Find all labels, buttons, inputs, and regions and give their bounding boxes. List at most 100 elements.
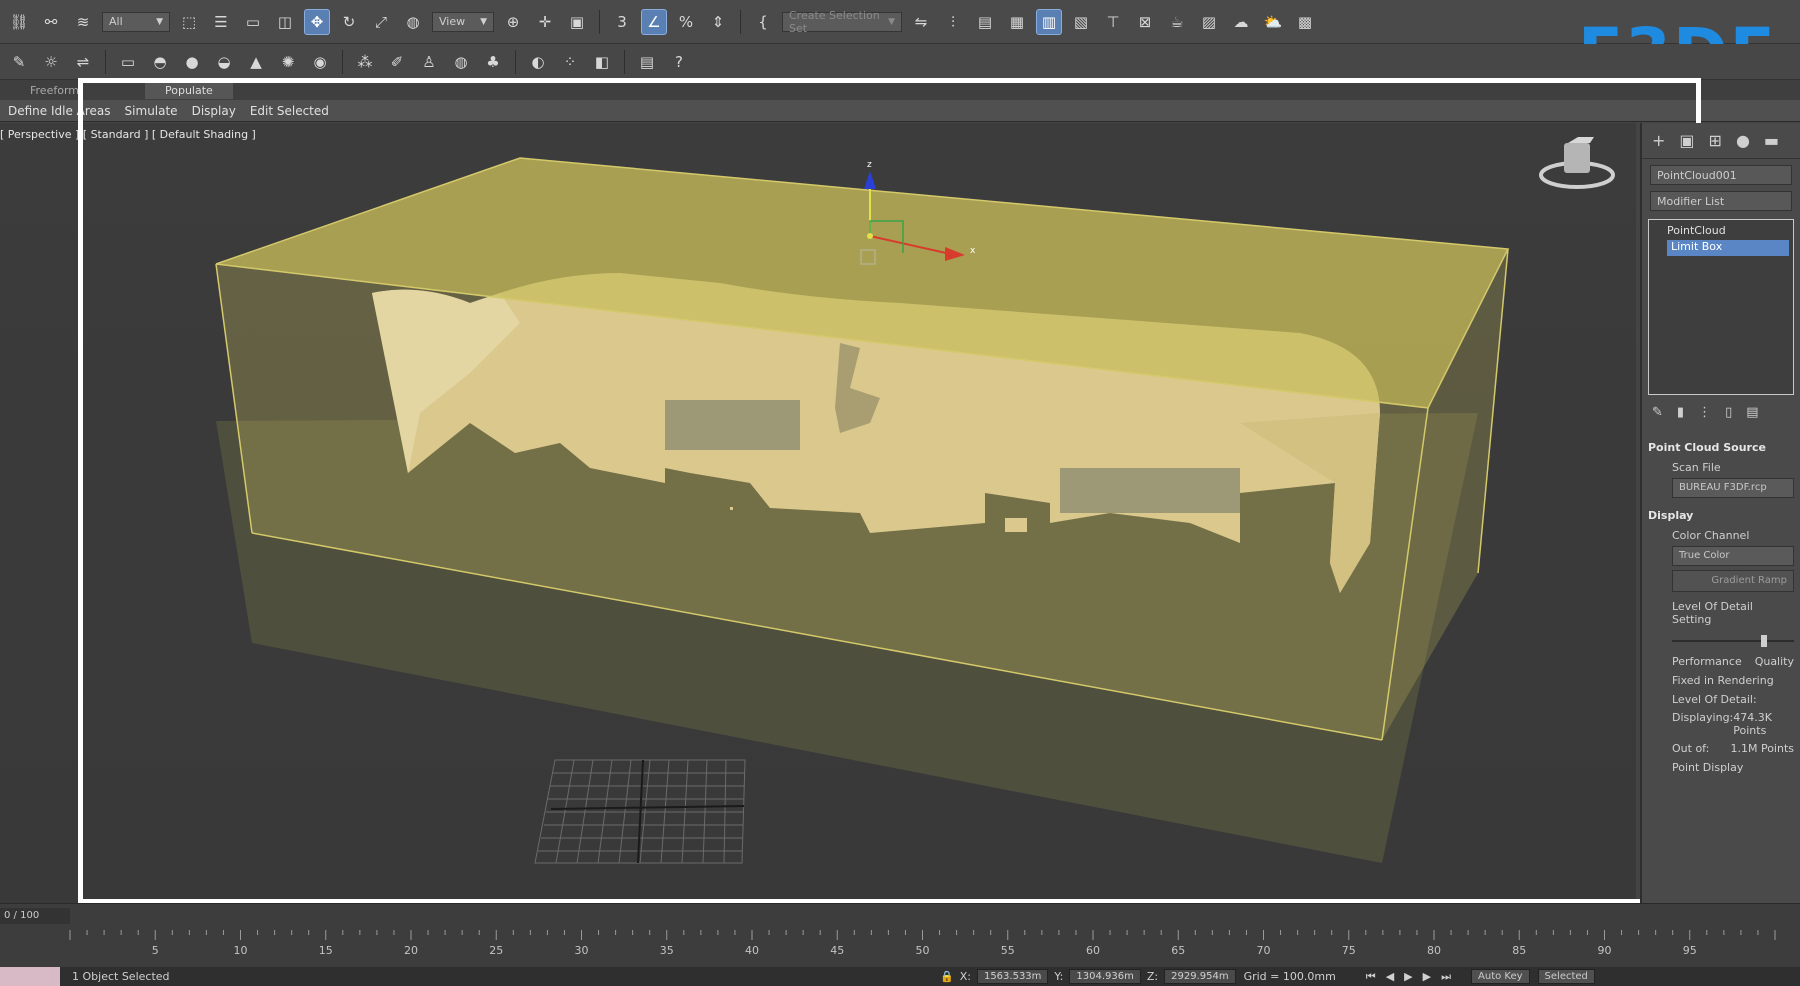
hierarchy-tab-icon[interactable]: ⊞ — [1709, 131, 1722, 150]
time-slider-readout[interactable]: 0 / 100 — [0, 908, 70, 924]
tab-populate[interactable]: Populate — [145, 81, 233, 99]
render-icon[interactable]: ◧ — [589, 49, 615, 75]
next-frame-icon[interactable]: ▶ — [1423, 970, 1431, 984]
display-button[interactable]: Display — [192, 104, 236, 118]
edit-named-selection-icon[interactable]: { — [750, 9, 776, 35]
point-cloud-source-title[interactable]: Point Cloud Source — [1648, 438, 1794, 457]
edit-icon[interactable]: ✎ — [6, 49, 32, 75]
render-iterative-icon[interactable]: ☁ — [1228, 9, 1254, 35]
utilities-tab-icon[interactable]: ▬ — [1764, 131, 1779, 150]
maxscript-listener[interactable] — [0, 967, 60, 986]
color-palette-icon[interactable]: ⁘ — [557, 49, 583, 75]
point-display-rollout-title[interactable]: Point Display — [1648, 757, 1794, 776]
help-icon[interactable]: ? — [666, 49, 692, 75]
window-crossing-icon[interactable]: ◫ — [272, 9, 298, 35]
render-production-icon[interactable]: ▨ — [1196, 9, 1222, 35]
material-editor-icon[interactable]: ⊤ — [1100, 9, 1126, 35]
previous-frame-icon[interactable]: ◀ — [1386, 970, 1394, 984]
particle-icon[interactable]: ⁂ — [352, 49, 378, 75]
mirror-icon[interactable]: ⇋ — [908, 9, 934, 35]
simulate-button[interactable]: Simulate — [125, 104, 178, 118]
define-idle-areas-button[interactable]: Define Idle Areas — [8, 104, 111, 118]
rendered-frame-window-icon[interactable]: ☕ — [1164, 9, 1190, 35]
sphere-icon[interactable]: ● — [179, 49, 205, 75]
spinner-snap-icon[interactable]: ⇕ — [705, 9, 731, 35]
color-channel-dropdown[interactable]: True Color — [1672, 546, 1794, 566]
percent-snap-icon[interactable]: % — [673, 9, 699, 35]
modifier-stack[interactable]: PointCloud Limit Box — [1648, 219, 1794, 395]
display-tab-icon[interactable]: ● — [1736, 131, 1750, 150]
viewcube-icon[interactable] — [1539, 137, 1615, 189]
configure-sets-icon[interactable]: ▤ — [1746, 405, 1758, 420]
align-icon[interactable]: ⫶ — [940, 9, 966, 35]
a360-gallery-icon[interactable]: ▩ — [1292, 9, 1318, 35]
layer-explorer-icon[interactable]: ▤ — [972, 9, 998, 35]
place-icon[interactable]: ◍ — [400, 9, 426, 35]
track-bar-ruler[interactable]: 5 10 15 20 25 30 35 40 45 50 55 60 65 70 75 80 85 90 95 — [0, 930, 1800, 958]
scale-tool-icon[interactable]: ⤢ — [368, 9, 394, 35]
display-title[interactable]: Display — [1648, 506, 1794, 525]
make-unique-icon[interactable]: ⋮ — [1698, 405, 1711, 420]
rotate-tool-icon[interactable]: ↻ — [336, 9, 362, 35]
angle-snap-icon[interactable]: ∠ — [641, 8, 667, 35]
tab-freeform[interactable]: Freeform — [30, 84, 79, 97]
wire-params-icon[interactable]: ⇌ — [70, 49, 96, 75]
material-sphere-icon[interactable]: ◐ — [525, 49, 551, 75]
light-lister-icon[interactable]: ☼ — [38, 49, 64, 75]
remove-modifier-icon[interactable]: ▯ — [1725, 405, 1732, 420]
modifier-icon[interactable]: ✐ — [384, 49, 410, 75]
z-field[interactable]: 2929.954m — [1164, 969, 1236, 984]
go-to-start-icon[interactable]: ⏮ — [1366, 970, 1376, 984]
select-by-name-icon[interactable]: ☰ — [208, 9, 234, 35]
auto-key-button[interactable]: Auto Key — [1471, 969, 1530, 984]
select-object-icon[interactable]: ⬚ — [176, 9, 202, 35]
fixed-in-rendering-checkbox[interactable]: Fixed in Rendering — [1648, 670, 1794, 689]
toggle-ribbon-icon[interactable]: ▦ — [1004, 9, 1030, 35]
edit-selected-button[interactable]: Edit Selected — [250, 104, 329, 118]
globe-icon[interactable]: ◍ — [448, 49, 474, 75]
selection-filter-dropdown[interactable]: All ▼ — [102, 11, 170, 32]
cone-icon[interactable]: ▲ — [243, 49, 269, 75]
y-field[interactable]: 1304.936m — [1069, 969, 1141, 984]
omni-light-icon[interactable]: ◉ — [307, 49, 333, 75]
teapot-icon[interactable]: ◒ — [211, 49, 237, 75]
hemisphere-icon[interactable]: ◓ — [147, 49, 173, 75]
timeline[interactable]: 0 / 100 5 10 15 20 25 30 35 40 45 50 55 60 65 70 75 80 8… — [0, 903, 1800, 967]
stack-item-limit-box[interactable]: Limit Box — [1667, 240, 1789, 256]
pivot-center-icon[interactable]: ⊕ — [500, 9, 526, 35]
schematic-view-icon[interactable]: ▧ — [1068, 9, 1094, 35]
snaps-toggle-icon[interactable]: 3 — [609, 9, 635, 35]
link-icon[interactable]: ⛓ — [6, 9, 32, 35]
gradient-ramp-button[interactable]: Gradient Ramp — [1672, 570, 1794, 592]
bind-space-warp-icon[interactable]: ≋ — [70, 9, 96, 35]
curve-editor-icon[interactable]: ▥ — [1036, 8, 1062, 35]
lod-slider[interactable] — [1672, 634, 1794, 648]
go-to-end-icon[interactable]: ⏭ — [1441, 970, 1451, 984]
reference-coordinate-dropdown[interactable]: View ▼ — [432, 11, 494, 32]
modify-tab-icon[interactable]: ▣ — [1679, 131, 1694, 150]
tree-icon[interactable]: ♣ — [480, 49, 506, 75]
keyboard-shortcut-icon[interactable]: ▣ — [564, 9, 590, 35]
render-in-cloud-icon[interactable]: ⛅ — [1260, 9, 1286, 35]
selected-dropdown[interactable]: Selected — [1537, 969, 1595, 984]
lod-slider-thumb[interactable] — [1760, 635, 1767, 647]
perspective-viewport[interactable]: z x [ Perspective ] [ Standard ] [ Defau… — [0, 123, 1636, 903]
box-primitive-icon[interactable]: ▭ — [115, 49, 141, 75]
named-selection-dropdown[interactable]: Create Selection Set ▼ — [782, 9, 902, 35]
stack-item-pointcloud[interactable]: PointCloud — [1653, 224, 1789, 240]
scan-file-field[interactable]: BUREAU F3DF.rcp — [1672, 478, 1794, 498]
move-tool-icon[interactable]: ✥ — [304, 8, 330, 35]
rectangle-selection-icon[interactable]: ▭ — [240, 9, 266, 35]
x-field[interactable]: 1563.533m — [976, 969, 1049, 984]
create-tab-icon[interactable]: + — [1652, 131, 1665, 150]
viewport-label[interactable]: [ Perspective ] [ Standard ] [ Default S… — [0, 128, 256, 141]
play-icon[interactable]: ▶ — [1404, 970, 1412, 984]
modifier-list-dropdown[interactable]: Modifier List — [1650, 191, 1792, 211]
settings-icon[interactable]: ▤ — [634, 49, 660, 75]
character-icon[interactable]: ♙ — [416, 49, 442, 75]
sun-light-icon[interactable]: ✺ — [275, 49, 301, 75]
show-end-result-icon[interactable]: ▮ — [1677, 405, 1684, 420]
unlink-icon[interactable]: ⚯ — [38, 9, 64, 35]
object-name-field[interactable]: PointCloud001 — [1650, 165, 1792, 185]
pin-stack-icon[interactable]: ✎ — [1652, 405, 1663, 420]
